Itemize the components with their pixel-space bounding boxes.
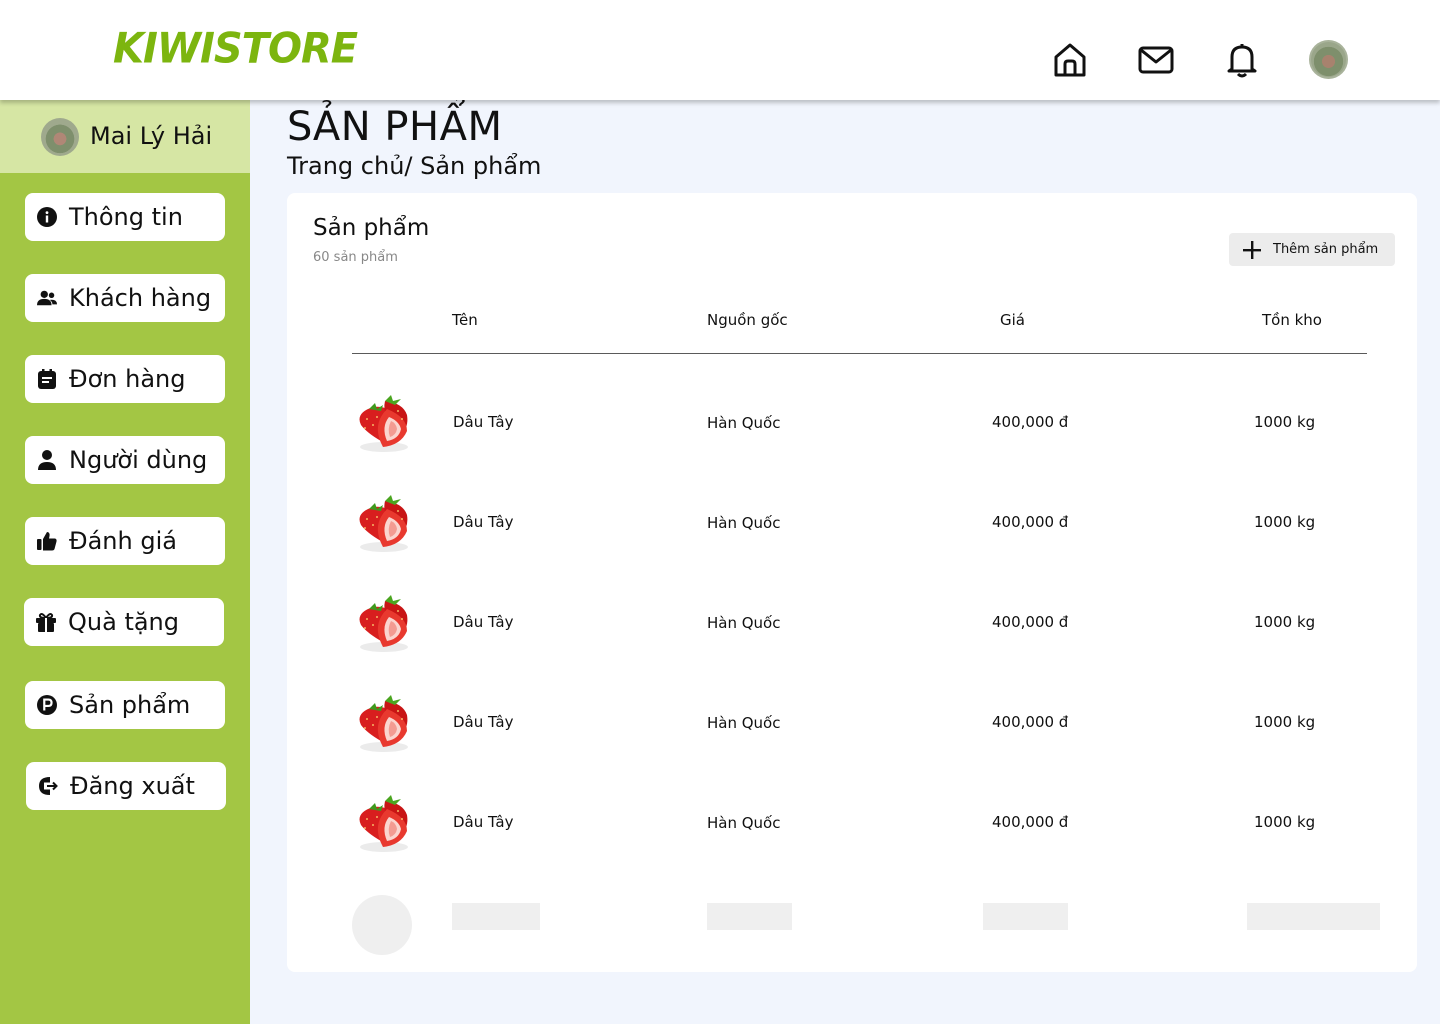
table-row[interactable]: Dâu Tây Hàn Quốc 400,000 đ 1000 kg xyxy=(287,795,1417,895)
product-stock: 1000 kg xyxy=(1254,513,1316,531)
strawberry-image xyxy=(351,795,413,855)
product-origin: Hàn Quốc xyxy=(707,714,781,732)
sidebar-item-logout[interactable]: Đăng xuất xyxy=(26,762,226,810)
table-row[interactable]: Dâu Tây Hàn Quốc 400,000 đ 1000 kg xyxy=(287,695,1417,795)
logout-icon xyxy=(38,776,58,796)
mail-icon[interactable] xyxy=(1138,40,1174,80)
sidebar-item-orders[interactable]: Đơn hàng xyxy=(25,355,225,403)
sidebar-item-label: Đơn hàng xyxy=(69,365,186,393)
sidebar: Mai Lý Hải Thông tin Khách hàng Đơn hàng… xyxy=(0,100,250,1024)
product-stock: 1000 kg xyxy=(1254,813,1316,831)
product-stock: 1000 kg xyxy=(1254,713,1316,731)
product-origin: Hàn Quốc xyxy=(707,814,781,832)
product-price: 400,000 đ xyxy=(992,813,1069,831)
loading-placeholder xyxy=(983,903,1068,930)
order-icon xyxy=(37,369,57,389)
strawberry-image xyxy=(351,695,413,755)
product-icon xyxy=(37,695,57,715)
table-row[interactable]: Dâu Tây Hàn Quốc 400,000 đ 1000 kg xyxy=(287,395,1417,495)
avatar[interactable] xyxy=(1309,40,1348,79)
sidebar-item-info[interactable]: Thông tin xyxy=(25,193,225,241)
product-name: Dâu Tây xyxy=(453,413,514,431)
column-header-stock[interactable]: Tồn kho xyxy=(1262,311,1322,329)
product-name: Dâu Tây xyxy=(453,613,514,631)
sidebar-item-label: Người dùng xyxy=(69,446,208,474)
sidebar-item-label: Đánh giá xyxy=(69,527,177,555)
product-count: 60 sản phẩm xyxy=(313,250,398,265)
sidebar-item-gifts[interactable]: Quà tặng xyxy=(24,598,224,646)
plus-icon xyxy=(1243,240,1261,259)
strawberry-image xyxy=(351,395,413,455)
bell-icon[interactable] xyxy=(1224,40,1260,80)
table-row[interactable]: Dâu Tây Hàn Quốc 400,000 đ 1000 kg xyxy=(287,595,1417,695)
sidebar-item-label: Đăng xuất xyxy=(70,772,195,800)
top-bar: KIWISTORE xyxy=(0,0,1440,100)
table-row[interactable]: Dâu Tây Hàn Quốc 400,000 đ 1000 kg xyxy=(287,495,1417,595)
product-stock: 1000 kg xyxy=(1254,613,1316,631)
profile[interactable]: Mai Lý Hải xyxy=(0,100,250,173)
strawberry-image xyxy=(351,495,413,555)
column-header-origin[interactable]: Nguồn gốc xyxy=(707,311,788,329)
header-divider xyxy=(352,353,1367,354)
loading-placeholder xyxy=(452,903,540,930)
product-name: Dâu Tây xyxy=(453,513,514,531)
sidebar-item-label: Thông tin xyxy=(69,203,183,231)
strawberry-image xyxy=(351,595,413,655)
product-name: Dâu Tây xyxy=(453,713,514,731)
product-price: 400,000 đ xyxy=(992,413,1069,431)
sidebar-item-reviews[interactable]: Đánh giá xyxy=(25,517,225,565)
sidebar-item-users[interactable]: Người dùng xyxy=(25,436,225,484)
sidebar-item-products[interactable]: Sản phẩm xyxy=(25,681,225,729)
loading-placeholder xyxy=(707,903,792,930)
sidebar-item-label: Khách hàng xyxy=(69,284,212,312)
users-icon xyxy=(37,288,57,308)
loading-placeholder xyxy=(1247,903,1380,930)
product-price: 400,000 đ xyxy=(992,513,1069,531)
home-icon[interactable] xyxy=(1052,40,1088,80)
page-title: SẢN PHẨM xyxy=(287,104,503,150)
add-product-label: Thêm sản phẩm xyxy=(1273,242,1379,257)
sidebar-item-label: Sản phẩm xyxy=(69,691,191,719)
add-product-button[interactable]: Thêm sản phẩm xyxy=(1229,233,1395,266)
gift-icon xyxy=(36,612,56,632)
product-origin: Hàn Quốc xyxy=(707,514,781,532)
profile-name: Mai Lý Hải xyxy=(90,122,213,150)
loading-thumb-placeholder xyxy=(352,895,412,955)
user-icon xyxy=(37,450,57,470)
product-name: Dâu Tây xyxy=(453,813,514,831)
logo[interactable]: KIWISTORE xyxy=(113,25,358,73)
card-title: Sản phẩm xyxy=(313,215,430,241)
product-stock: 1000 kg xyxy=(1254,413,1316,431)
product-price: 400,000 đ xyxy=(992,713,1069,731)
product-price: 400,000 đ xyxy=(992,613,1069,631)
product-origin: Hàn Quốc xyxy=(707,614,781,632)
products-card: Sản phẩm 60 sản phẩm Thêm sản phẩm Tên N… xyxy=(287,193,1417,972)
column-header-price[interactable]: Giá xyxy=(1000,311,1025,329)
profile-avatar xyxy=(41,118,79,156)
sidebar-item-label: Quà tặng xyxy=(68,608,179,636)
thumbs-up-icon xyxy=(37,531,57,551)
breadcrumb[interactable]: Trang chủ/ Sản phẩm xyxy=(287,152,541,180)
product-origin: Hàn Quốc xyxy=(707,414,781,432)
sidebar-item-customers[interactable]: Khách hàng xyxy=(25,274,225,322)
column-header-name[interactable]: Tên xyxy=(452,311,478,329)
info-icon xyxy=(37,207,57,227)
